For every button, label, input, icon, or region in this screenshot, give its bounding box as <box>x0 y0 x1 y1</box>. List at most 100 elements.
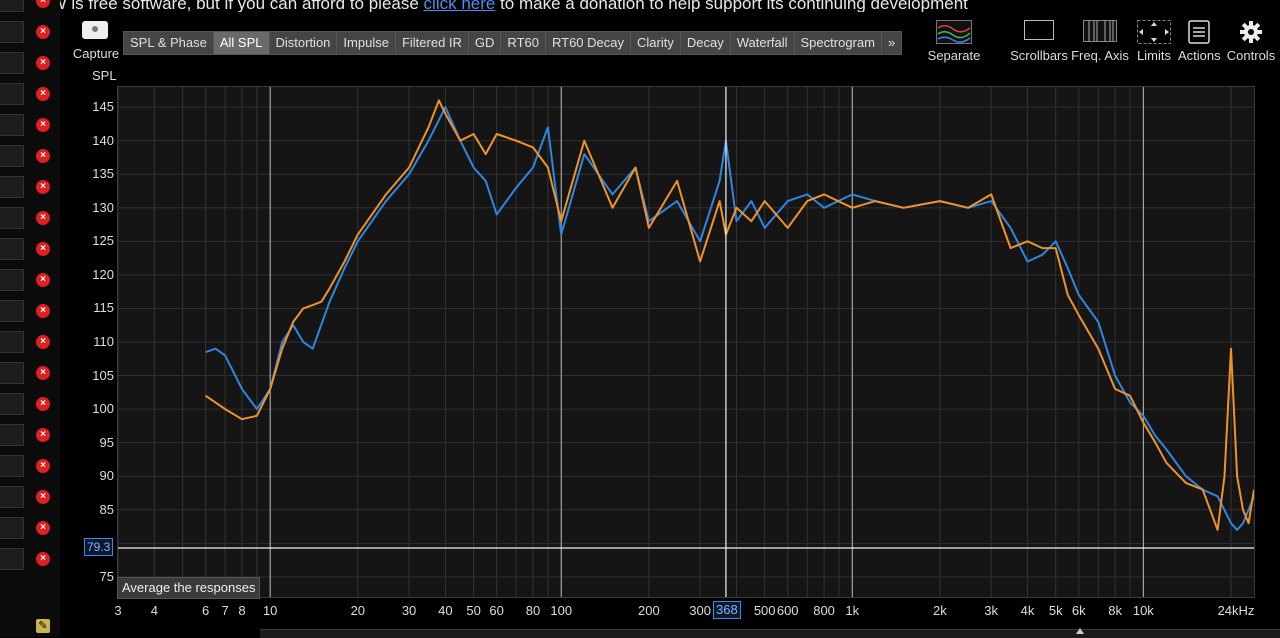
separate-button[interactable]: Separate <box>926 18 982 66</box>
measurement-swatch[interactable] <box>0 300 24 322</box>
x-tick-label: 3k <box>984 603 999 618</box>
measurement-row[interactable]: × <box>0 236 60 262</box>
close-icon[interactable]: × <box>36 118 50 132</box>
capture-button[interactable]: Capture <box>72 18 120 66</box>
close-icon[interactable]: × <box>36 459 50 473</box>
tab-filtered-ir[interactable]: Filtered IR <box>395 32 469 54</box>
measurement-swatch[interactable] <box>0 207 24 229</box>
freq-axis-button[interactable]: Freq. Axis <box>1071 18 1129 66</box>
measurement-row[interactable]: × <box>0 360 60 386</box>
measurement-swatch[interactable] <box>0 52 24 74</box>
close-icon[interactable]: × <box>36 552 50 566</box>
x-tick-label: 1k <box>845 603 860 618</box>
limits-button[interactable]: Limits <box>1134 18 1174 66</box>
measurement-row[interactable]: × <box>0 174 60 200</box>
close-icon[interactable]: × <box>36 397 50 411</box>
measurement-swatch[interactable] <box>0 548 24 570</box>
measurement-swatch[interactable] <box>0 0 24 12</box>
close-icon[interactable]: × <box>36 273 50 287</box>
tab-all-spl[interactable]: All SPL <box>213 32 270 54</box>
measurement-swatch[interactable] <box>0 393 24 415</box>
measurement-row[interactable]: × <box>0 453 60 479</box>
measurement-swatch[interactable] <box>0 362 24 384</box>
measurement-row[interactable]: × <box>0 205 60 231</box>
measurement-swatch[interactable] <box>0 83 24 105</box>
freq-axis-icon <box>1083 20 1117 42</box>
controls-label: Controls <box>1226 48 1276 63</box>
close-icon[interactable]: × <box>36 428 50 442</box>
tab-decay[interactable]: Decay <box>680 32 731 54</box>
cursor-frequency-readout: 368 <box>713 601 741 619</box>
measurement-row[interactable]: × <box>0 19 60 45</box>
x-tick-label: 4k <box>1020 603 1035 618</box>
measurement-row[interactable]: × <box>0 422 60 448</box>
close-icon[interactable]: × <box>36 490 50 504</box>
x-tick-label: 6 <box>201 603 210 618</box>
x-tick-label: 600 <box>776 603 799 618</box>
close-icon[interactable]: × <box>36 521 50 535</box>
tab-spectrogram[interactable]: Spectrogram <box>794 32 882 54</box>
measurement-row[interactable]: × <box>0 50 60 76</box>
measurement-swatch[interactable] <box>0 455 24 477</box>
tabs-overflow-button[interactable]: » <box>881 32 902 54</box>
measurement-swatch[interactable] <box>0 486 24 508</box>
controls-button[interactable]: Controls <box>1226 18 1276 66</box>
tab-rt60-decay[interactable]: RT60 Decay <box>545 32 631 54</box>
y-tick-label: 75 <box>99 568 114 584</box>
y-tick-label: 120 <box>92 266 114 282</box>
measurement-swatch[interactable] <box>0 114 24 136</box>
close-icon[interactable]: × <box>36 0 50 8</box>
measurement-row[interactable]: × <box>0 515 60 541</box>
close-icon[interactable]: × <box>36 25 50 39</box>
measurement-swatch[interactable] <box>0 331 24 353</box>
close-icon[interactable]: × <box>36 211 50 225</box>
tab-distortion[interactable]: Distortion <box>269 32 338 54</box>
x-tick-label: 300 <box>689 603 711 618</box>
tab-impulse[interactable]: Impulse <box>337 32 396 54</box>
measurement-row[interactable]: × <box>0 81 60 107</box>
series-line-1 <box>205 106 1255 531</box>
measurement-row[interactable]: × <box>0 391 60 417</box>
measurement-swatch[interactable] <box>0 176 24 198</box>
actions-button[interactable]: Actions <box>1178 18 1221 66</box>
y-tick-label: 110 <box>93 334 114 349</box>
measurement-row[interactable]: × <box>0 0 60 14</box>
measurement-swatch[interactable] <box>0 424 24 446</box>
measurement-row[interactable]: × <box>0 546 60 572</box>
measurement-row[interactable]: × <box>0 112 60 138</box>
measurement-row[interactable]: × <box>0 143 60 169</box>
measurement-swatch[interactable] <box>0 269 24 291</box>
measurement-row[interactable]: × <box>0 298 60 324</box>
tab-spl-phase[interactable]: SPL & Phase <box>124 32 214 54</box>
tab-rt60[interactable]: RT60 <box>501 32 546 54</box>
measurement-swatch[interactable] <box>0 517 24 539</box>
x-tick-label: 2k <box>933 603 947 618</box>
donation-link[interactable]: click here <box>424 0 496 12</box>
close-icon[interactable]: × <box>36 304 50 318</box>
tab-waterfall[interactable]: Waterfall <box>730 32 795 54</box>
plot-area[interactable] <box>117 86 1255 598</box>
tab-gd[interactable]: GD <box>468 32 502 54</box>
spl-chart[interactable] <box>117 87 1255 597</box>
close-icon[interactable]: × <box>36 180 50 194</box>
actions-icon <box>1188 20 1210 44</box>
close-icon[interactable]: × <box>36 56 50 70</box>
tab-clarity[interactable]: Clarity <box>631 32 681 54</box>
measurement-row[interactable]: × <box>0 329 60 355</box>
average-responses-button[interactable]: Average the responses <box>117 577 261 599</box>
scrollbars-button[interactable]: Scrollbars <box>1006 18 1072 66</box>
edit-icon[interactable]: ✎ <box>36 619 50 633</box>
measurement-swatch[interactable] <box>0 21 24 43</box>
donation-text: REW is free software, but if you can aff… <box>27 0 968 12</box>
measurement-swatch[interactable] <box>0 238 24 260</box>
close-icon[interactable]: × <box>36 366 50 380</box>
close-icon[interactable]: × <box>36 242 50 256</box>
measurement-swatch[interactable] <box>0 145 24 167</box>
close-icon[interactable]: × <box>36 335 50 349</box>
measurement-row[interactable]: × <box>0 267 60 293</box>
x-tick-label: 10 <box>262 603 278 618</box>
measurement-row[interactable]: × <box>0 484 60 510</box>
scroll-up-arrow-icon[interactable] <box>1076 628 1084 634</box>
close-icon[interactable]: × <box>36 87 50 101</box>
close-icon[interactable]: × <box>36 149 50 163</box>
